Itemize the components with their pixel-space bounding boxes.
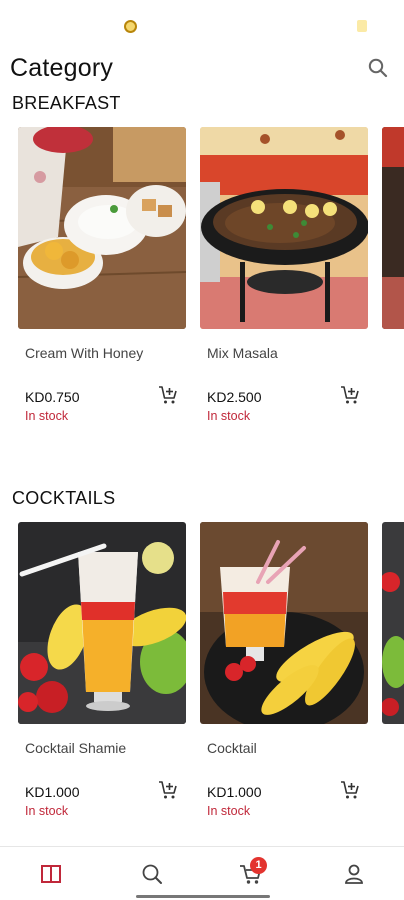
add-to-cart-button[interactable] bbox=[158, 780, 178, 800]
product-card[interactable]: Mix Masala KD2.500 In stock bbox=[200, 127, 368, 427]
status-indicator-icon bbox=[124, 20, 137, 33]
product-card-peek[interactable] bbox=[382, 127, 404, 427]
product-price: KD1.000 bbox=[207, 784, 262, 800]
add-to-cart-icon bbox=[159, 781, 177, 799]
nav-profile[interactable] bbox=[341, 861, 367, 887]
stock-status: In stock bbox=[25, 409, 69, 423]
product-card-peek[interactable] bbox=[382, 522, 404, 822]
add-to-cart-button[interactable] bbox=[158, 385, 178, 405]
header: Category bbox=[0, 52, 404, 88]
product-price: KD1.000 bbox=[25, 784, 80, 800]
product-card[interactable]: Cocktail Shamie KD1.000 In stock bbox=[18, 522, 186, 822]
bottom-navigation: 1 bbox=[0, 846, 404, 900]
nav-search[interactable] bbox=[139, 861, 165, 887]
section-title-breakfast: BREAKFAST bbox=[12, 93, 121, 113]
categories-icon bbox=[41, 865, 61, 883]
product-image[interactable] bbox=[382, 127, 404, 329]
page-title: Category bbox=[10, 54, 114, 82]
add-to-cart-icon bbox=[341, 386, 359, 404]
status-bar bbox=[0, 0, 404, 50]
product-image[interactable] bbox=[382, 522, 404, 724]
product-name[interactable]: Cocktail bbox=[207, 740, 257, 756]
add-to-cart-icon bbox=[159, 386, 177, 404]
home-indicator bbox=[136, 895, 270, 898]
stock-status: In stock bbox=[25, 804, 69, 818]
product-image-mix-masala[interactable] bbox=[200, 127, 368, 329]
product-card[interactable]: Cocktail KD1.000 In stock bbox=[200, 522, 368, 822]
product-name[interactable]: Cocktail Shamie bbox=[25, 740, 126, 756]
status-indicator-icon bbox=[357, 20, 367, 32]
add-to-cart-button[interactable] bbox=[340, 385, 360, 405]
add-to-cart-icon bbox=[341, 781, 359, 799]
search-icon bbox=[142, 864, 162, 884]
add-to-cart-button[interactable] bbox=[340, 780, 360, 800]
product-card[interactable]: Cream With Honey KD0.750 In stock bbox=[18, 127, 186, 427]
product-price: KD2.500 bbox=[207, 389, 262, 405]
product-price: KD0.750 bbox=[25, 389, 80, 405]
product-name[interactable]: Cream With Honey bbox=[25, 345, 143, 361]
product-image-cream-with-honey[interactable] bbox=[18, 127, 186, 329]
stock-status: In stock bbox=[207, 804, 251, 818]
product-image-cocktail-shamie[interactable] bbox=[18, 522, 186, 724]
nav-categories[interactable] bbox=[38, 861, 64, 887]
stock-status: In stock bbox=[207, 409, 251, 423]
profile-icon bbox=[345, 864, 363, 884]
search-icon bbox=[368, 58, 388, 78]
section-title-cocktails: COCKTAILS bbox=[12, 488, 116, 508]
product-name[interactable]: Mix Masala bbox=[207, 345, 278, 361]
cart-count-badge: 1 bbox=[250, 857, 267, 874]
product-row-breakfast[interactable]: Cream With Honey KD0.750 In stock Mix Ma… bbox=[0, 127, 404, 437]
search-button[interactable] bbox=[366, 56, 390, 80]
product-row-cocktails[interactable]: Cocktail Shamie KD1.000 In stock Cocktai… bbox=[0, 522, 404, 832]
product-image-cocktail[interactable] bbox=[200, 522, 368, 724]
